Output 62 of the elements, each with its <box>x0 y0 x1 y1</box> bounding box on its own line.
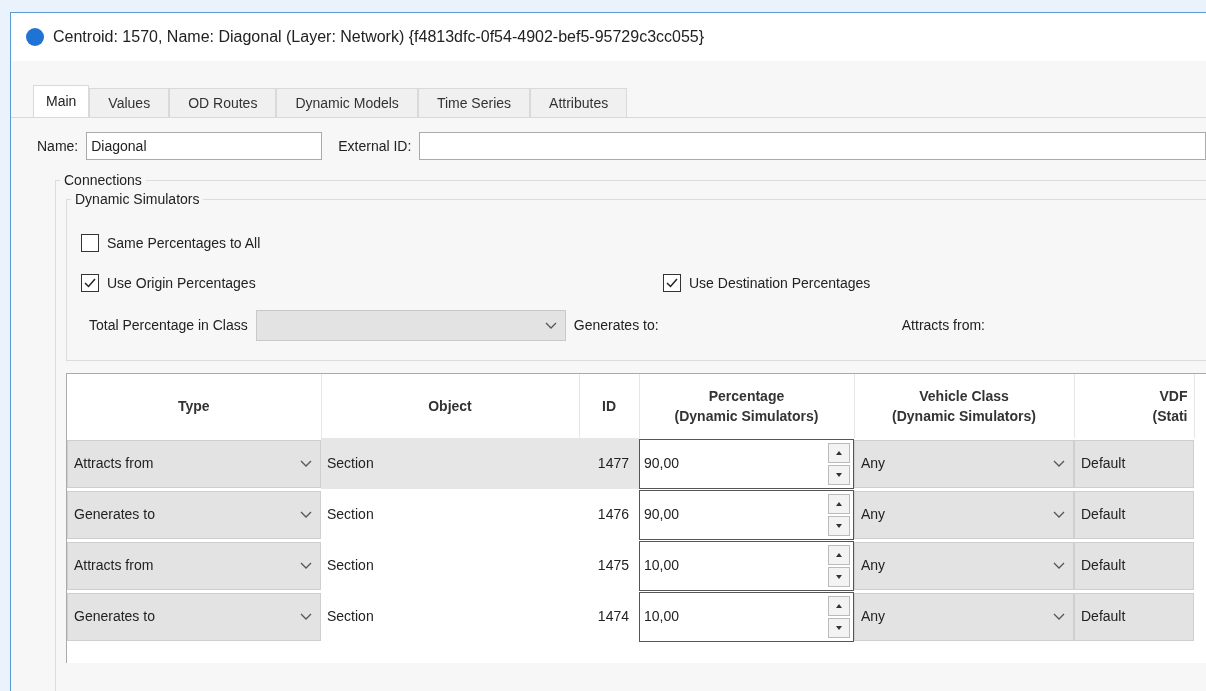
spin-down-icon[interactable] <box>828 566 850 587</box>
percentage-spinbox[interactable]: 10,00 <box>639 540 854 591</box>
percentage-spinbox[interactable]: 90,00 <box>639 438 854 489</box>
checkbox[interactable] <box>81 234 99 252</box>
vehicle-class-dropdown[interactable]: Any <box>854 541 1074 590</box>
centroid-icon <box>25 27 45 47</box>
caret-icon <box>1053 510 1065 519</box>
checkbox[interactable] <box>663 274 681 292</box>
name-field[interactable]: Diagonal <box>86 132 323 160</box>
tab[interactable]: Values <box>89 88 170 117</box>
total-percentage-label: Total Percentage in Class <box>89 316 248 335</box>
vehicle-class-dropdown[interactable]: Any <box>854 490 1074 539</box>
caret-icon <box>300 510 312 519</box>
table-cell: 1477 <box>579 438 639 489</box>
external-id-field[interactable] <box>419 132 1206 160</box>
name-label: Name: <box>37 136 79 156</box>
type-dropdown[interactable]: Attracts from <box>67 439 321 488</box>
vehicle-class-dropdown[interactable]: Any <box>854 592 1074 641</box>
table-cell: Section <box>321 438 579 489</box>
caret-icon <box>1053 561 1065 570</box>
caret-icon <box>300 612 312 621</box>
spin-up-icon[interactable] <box>828 442 850 463</box>
vdf-dropdown[interactable]: Default <box>1074 490 1194 539</box>
checkbox-label: Use Origin Percentages <box>107 273 256 293</box>
window-title: Centroid: 1570, Name: Diagonal (Layer: Network) {f4813dfc-0f54-4902-bef5-95729c3cc055} <box>53 27 705 47</box>
spin-down-icon[interactable] <box>828 515 850 536</box>
external-id-label: External ID: <box>338 136 412 156</box>
checkbox-label: Use Destination Percentages <box>689 273 871 293</box>
spin-up-icon[interactable] <box>828 544 850 565</box>
spin-up-icon[interactable] <box>828 595 850 616</box>
checkbox[interactable] <box>81 274 99 292</box>
tab[interactable]: Time Series <box>417 88 531 117</box>
caret-icon <box>1053 612 1065 621</box>
attracts-from-label: Attracts from: <box>901 316 985 335</box>
type-dropdown[interactable]: Attracts from <box>67 541 321 590</box>
caret-icon <box>1053 459 1065 468</box>
caret-icon <box>300 459 312 468</box>
vdf-dropdown[interactable]: Default <box>1074 439 1194 488</box>
column-header: VDF (Stati <box>1074 374 1194 438</box>
type-dropdown[interactable]: Generates to <box>67 592 321 641</box>
tab[interactable]: Dynamic Models <box>276 88 418 117</box>
tab[interactable]: Main <box>33 85 90 117</box>
caret-icon <box>544 321 557 330</box>
vdf-dropdown[interactable]: Default <box>1074 592 1194 641</box>
spin-down-icon[interactable] <box>828 464 850 485</box>
table-cell: Section <box>321 489 579 540</box>
generates-to-label: Generates to: <box>573 316 660 335</box>
type-dropdown[interactable]: Generates to <box>67 490 321 539</box>
percentage-spinbox[interactable]: 90,00 <box>639 489 854 540</box>
tab[interactable]: Attributes <box>530 88 628 117</box>
column-header: Percentage (Dynamic Simulators) <box>639 374 854 438</box>
table-cell: 1476 <box>579 489 639 540</box>
vdf-dropdown[interactable]: Default <box>1074 541 1194 590</box>
spin-down-icon[interactable] <box>828 617 850 638</box>
percentage-spinbox[interactable]: 10,00 <box>639 591 854 642</box>
checkbox-label: Same Percentages to All <box>107 233 261 253</box>
column-header: Vehicle Class (Dynamic Simulators) <box>854 374 1074 438</box>
caret-icon <box>300 561 312 570</box>
spin-up-icon[interactable] <box>828 493 850 514</box>
tab[interactable]: OD Routes <box>169 88 277 117</box>
vehicle-class-dropdown[interactable]: Any <box>854 439 1074 488</box>
column-header: Type <box>67 374 321 438</box>
